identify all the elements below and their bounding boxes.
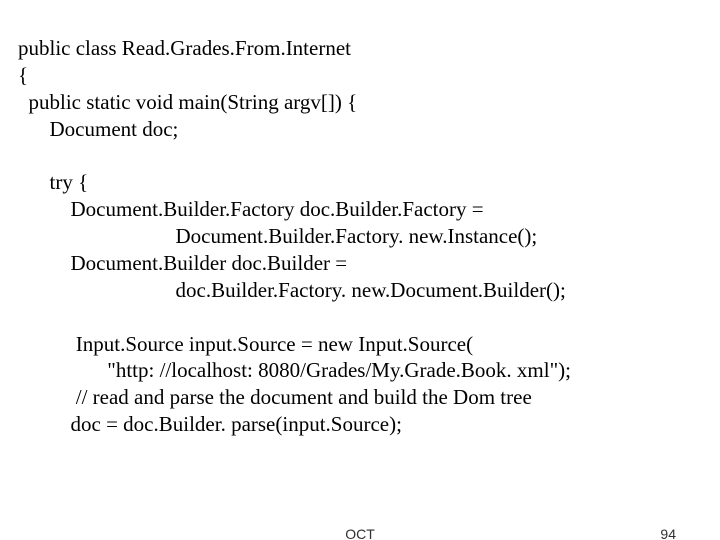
code-line: { bbox=[18, 63, 28, 87]
code-line: doc = doc.Builder. parse(input.Source); bbox=[18, 412, 402, 436]
code-line: doc.Builder.Factory. new.Document.Builde… bbox=[18, 278, 566, 302]
code-line: Document doc; bbox=[18, 117, 178, 141]
footer-center: OCT bbox=[0, 526, 720, 540]
code-line: try { bbox=[18, 170, 88, 194]
code-block: public class Read.Grades.From.Internet {… bbox=[18, 8, 702, 438]
code-line: Document.Builder.Factory doc.Builder.Fac… bbox=[18, 197, 484, 221]
code-line: "http: //localhost: 8080/Grades/My.Grade… bbox=[18, 358, 571, 382]
page-number: 94 bbox=[660, 526, 676, 540]
code-line: Input.Source input.Source = new Input.So… bbox=[18, 332, 473, 356]
code-line: public static void main(String argv[]) { bbox=[18, 90, 357, 114]
code-line: Document.Builder.Factory. new.Instance()… bbox=[18, 224, 537, 248]
code-line: Document.Builder doc.Builder = bbox=[18, 251, 347, 275]
code-line: public class Read.Grades.From.Internet bbox=[18, 36, 351, 60]
slide: public class Read.Grades.From.Internet {… bbox=[0, 0, 720, 540]
code-line: // read and parse the document and build… bbox=[18, 385, 532, 409]
